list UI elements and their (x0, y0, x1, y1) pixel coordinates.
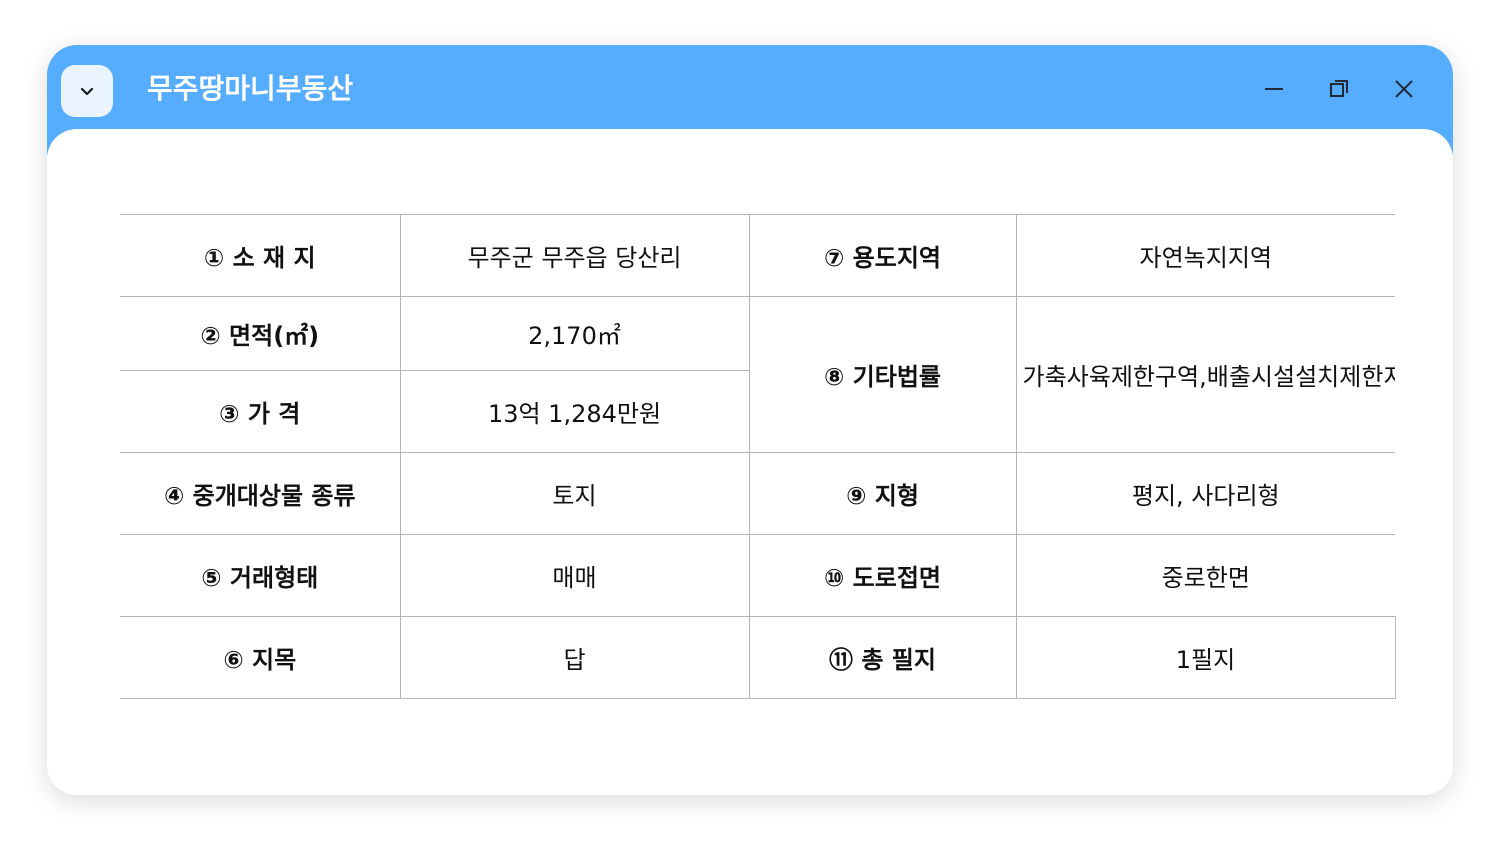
table-row: ⑤ 거래형태 매매 ⑩ 도로접면 중로한면 (120, 534, 1395, 617)
close-icon (1395, 80, 1413, 98)
table-row: ④ 중개대상물 종류 토지 ⑨ 지형 평지, 사다리형 (120, 452, 1395, 535)
location-label: ① 소 재 지 (120, 214, 400, 297)
property-info-table: ① 소 재 지 무주군 무주읍 당산리 ⑦ 용도지역 자연녹지지역 ② 면적(㎡… (120, 214, 1396, 699)
road-frontage-value: 중로한면 (1015, 534, 1395, 617)
property-type-value: 토지 (399, 452, 749, 535)
other-law-value: 가축사육제한구역,배출시설설치제한지역 (1015, 296, 1395, 453)
table-row: ⑥ 지목 답 ⑪ 총 필지 1필지 (120, 616, 1396, 699)
table-row: ② 면적(㎡) 2,170㎡ ⑧ 기타법률 가축사육제한구역,배출시설설치제한지… (120, 296, 1395, 453)
land-category-label: ⑥ 지목 (120, 616, 400, 699)
chevron-down-icon (80, 87, 94, 96)
transaction-type-label: ⑤ 거래형태 (120, 534, 400, 617)
restore-icon (1330, 80, 1348, 97)
location-value: 무주군 무주읍 당산리 (399, 214, 749, 297)
area-label: ② 면적(㎡) (120, 296, 400, 371)
zoning-value: 자연녹지지역 (1015, 214, 1395, 297)
terrain-label: ⑨ 지형 (748, 452, 1016, 535)
content-panel: ① 소 재 지 무주군 무주읍 당산리 ⑦ 용도지역 자연녹지지역 ② 면적(㎡… (47, 129, 1453, 795)
window-title: 무주땅마니부동산 (147, 72, 354, 105)
price-label: ③ 가 격 (120, 370, 400, 453)
collapse-button[interactable] (61, 65, 113, 117)
zoning-label: ⑦ 용도지역 (748, 214, 1016, 297)
price-value: 13억 1,284만원 (399, 370, 749, 453)
restore-button[interactable] (1317, 69, 1361, 109)
area-value: 2,170㎡ (399, 296, 749, 371)
minimize-button[interactable] (1252, 69, 1296, 109)
road-frontage-label: ⑩ 도로접면 (748, 534, 1016, 617)
total-parcels-label: ⑪ 총 필지 (748, 616, 1016, 699)
table-row: ① 소 재 지 무주군 무주읍 당산리 ⑦ 용도지역 자연녹지지역 (120, 214, 1395, 297)
minimize-icon (1265, 88, 1283, 90)
total-parcels-value: 1필지 (1015, 616, 1396, 699)
close-button[interactable] (1382, 69, 1426, 109)
property-type-label: ④ 중개대상물 종류 (120, 452, 400, 535)
other-law-label: ⑧ 기타법률 (748, 296, 1016, 453)
land-category-value: 답 (399, 616, 749, 699)
app-window: 무주땅마니부동산 ① 소 재 지 무주군 무주읍 당산리 ⑦ 용도지역 자연녹지… (47, 45, 1453, 795)
transaction-type-value: 매매 (399, 534, 749, 617)
terrain-value: 평지, 사다리형 (1015, 452, 1395, 535)
